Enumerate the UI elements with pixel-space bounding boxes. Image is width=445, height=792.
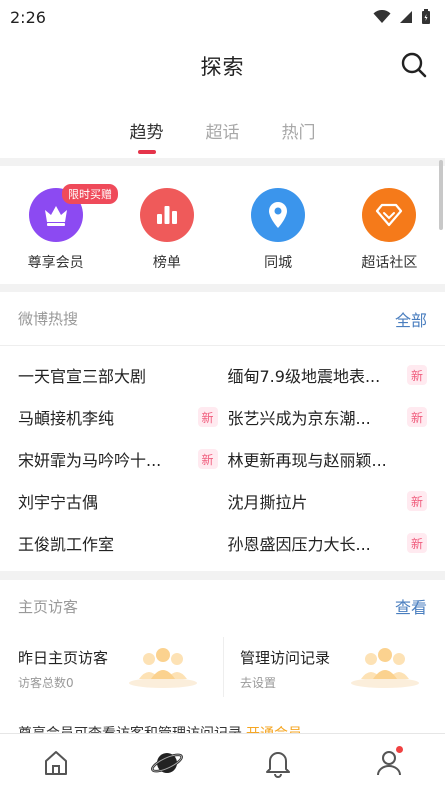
tab-bar: 趋势 超话 热门 — [0, 98, 445, 158]
page-title: 探索 — [200, 55, 245, 79]
hot-search-text: 缅甸7.9级地震地表... — [227, 367, 381, 386]
manage-visits-card[interactable]: 管理访问记录 去设置 — [223, 637, 445, 697]
hot-search-text: 林更新再现与赵丽颖... — [227, 451, 387, 470]
new-badge: 新 — [197, 407, 218, 427]
explore-screen: 2:26 探索 趋势 超话 热门 限时买赠 尊享会员 榜单 同城 超话社区 微博… — [0, 0, 445, 792]
hot-search-item[interactable]: 刘宇宁古偶热 — [0, 480, 218, 604]
status-time: 2:26 — [10, 7, 46, 27]
planet-icon — [150, 753, 183, 773]
quick-link-label: 超话社区 — [361, 255, 418, 271]
hot-search-list: 一天官宣三部大剧热 缅甸7.9级地震地表...新 马頔接机李纯新 张艺兴成为京东… — [0, 346, 445, 604]
search-icon[interactable] — [399, 50, 429, 80]
tab-trending-label: 趋势 — [129, 123, 164, 143]
status-icons — [373, 9, 431, 25]
community-circle — [362, 188, 417, 242]
tab-popular[interactable]: 热门 — [281, 98, 317, 158]
tab-popular-label: 热门 — [281, 123, 316, 143]
quick-link-ranking[interactable]: 榜单 — [111, 166, 222, 284]
scrollbar[interactable] — [439, 160, 443, 230]
hot-search-item[interactable]: 孙恩盛因压力大长... 新 — [227, 522, 427, 564]
unread-dot — [395, 746, 403, 753]
tab-super-topic[interactable]: 超话 — [205, 98, 241, 158]
visitors-row: 昨日主页访客 访客总数0 管理访问记录 去设置 — [0, 632, 445, 702]
new-badge: 新 — [407, 491, 427, 511]
view-all-link[interactable]: 全部 — [395, 307, 427, 331]
view-link[interactable]: 查看 — [395, 594, 427, 618]
hot-search-item[interactable]: 一天官宣三部大剧热 — [0, 354, 218, 604]
hot-search-item[interactable]: 张艺兴成为京东潮... 新 — [227, 396, 427, 438]
visitors-illustration-icon — [129, 648, 197, 688]
app-header: 探索 — [0, 34, 445, 98]
bar-chart-icon — [156, 206, 177, 224]
new-badge: 新 — [407, 365, 427, 385]
quick-link-label: 同城 — [264, 255, 293, 271]
hot-search-item[interactable]: 缅甸7.9级地震地表... 新 — [227, 354, 427, 396]
new-badge: 新 — [407, 533, 427, 553]
section-title: 微博热搜 — [18, 310, 79, 328]
ranking-circle — [139, 188, 194, 242]
yesterday-visitors-card[interactable]: 昨日主页访客 访客总数0 — [0, 637, 223, 697]
visitors-illustration-icon — [351, 648, 419, 688]
quick-link-vip[interactable]: 限时买赠 尊享会员 — [0, 166, 118, 284]
bottom-navigation — [0, 733, 445, 792]
nav-profile[interactable] — [334, 734, 445, 792]
wifi-icon — [373, 10, 391, 23]
bell-icon — [266, 752, 291, 778]
quick-link-super-community[interactable]: 超话社区 — [334, 166, 445, 284]
hot-search-text: 刘宇宁古偶 — [18, 493, 99, 512]
diamond-icon — [376, 203, 403, 227]
location-pin-icon — [269, 202, 288, 228]
local-circle — [251, 188, 306, 242]
hot-search-text: 马頔接机李纯 — [18, 409, 115, 428]
visitors-section: 主页访客 查看 昨日主页访客 访客总数0 管理访问记录 去设置 — [0, 580, 445, 742]
hot-search-text: 宋妍霏为马吟吟十... — [18, 451, 162, 470]
hot-search-section: 微博热搜 全部 一天官宣三部大剧热 缅甸7.9级地震地表...新 马頔接机李纯新… — [0, 292, 445, 604]
nav-home[interactable] — [0, 734, 111, 792]
active-tab-indicator — [137, 150, 156, 154]
signal-icon — [400, 11, 412, 23]
visitors-header: 主页访客 查看 — [0, 580, 445, 632]
hot-search-header: 微博热搜 全部 — [0, 292, 445, 346]
hot-search-text: 王俊凯工作室 — [18, 535, 115, 554]
quick-link-local[interactable]: 同城 — [223, 166, 334, 284]
home-icon — [44, 751, 67, 775]
new-badge: 新 — [197, 449, 218, 469]
hot-search-text: 一天官宣三部大剧 — [18, 367, 147, 386]
hot-search-item[interactable]: 马頔接机李纯 新 — [18, 396, 218, 438]
new-badge: 新 — [407, 407, 427, 427]
hot-search-text: 沈月撕拉片 — [227, 493, 308, 512]
hot-search-item[interactable]: 林更新再现与赵丽颖... — [228, 438, 428, 480]
hot-search-item[interactable]: 王俊凯工作室热 — [0, 522, 218, 604]
tab-trending[interactable]: 趋势 — [129, 98, 165, 158]
hot-search-text: 张艺兴成为京东潮... — [227, 409, 371, 428]
nav-notifications[interactable] — [223, 734, 334, 792]
section-title: 主页访客 — [18, 597, 79, 616]
quick-link-label: 尊享会员 — [27, 255, 84, 271]
hot-search-text: 孙恩盛因压力大长... — [227, 535, 371, 554]
quick-links: 限时买赠 尊享会员 榜单 同城 超话社区 — [0, 166, 445, 284]
promo-tag: 限时买赠 — [62, 184, 118, 204]
battery-icon — [422, 9, 430, 24]
crown-icon — [44, 206, 67, 226]
tab-super-topic-label: 超话 — [205, 123, 240, 143]
quick-link-label: 榜单 — [152, 255, 181, 271]
status-bar: 2:26 — [0, 0, 445, 34]
hot-search-item[interactable]: 宋妍霏为马吟吟十... 新 — [18, 438, 218, 480]
nav-explore[interactable] — [111, 734, 222, 792]
hot-search-item[interactable]: 沈月撕拉片 新 — [227, 480, 427, 522]
